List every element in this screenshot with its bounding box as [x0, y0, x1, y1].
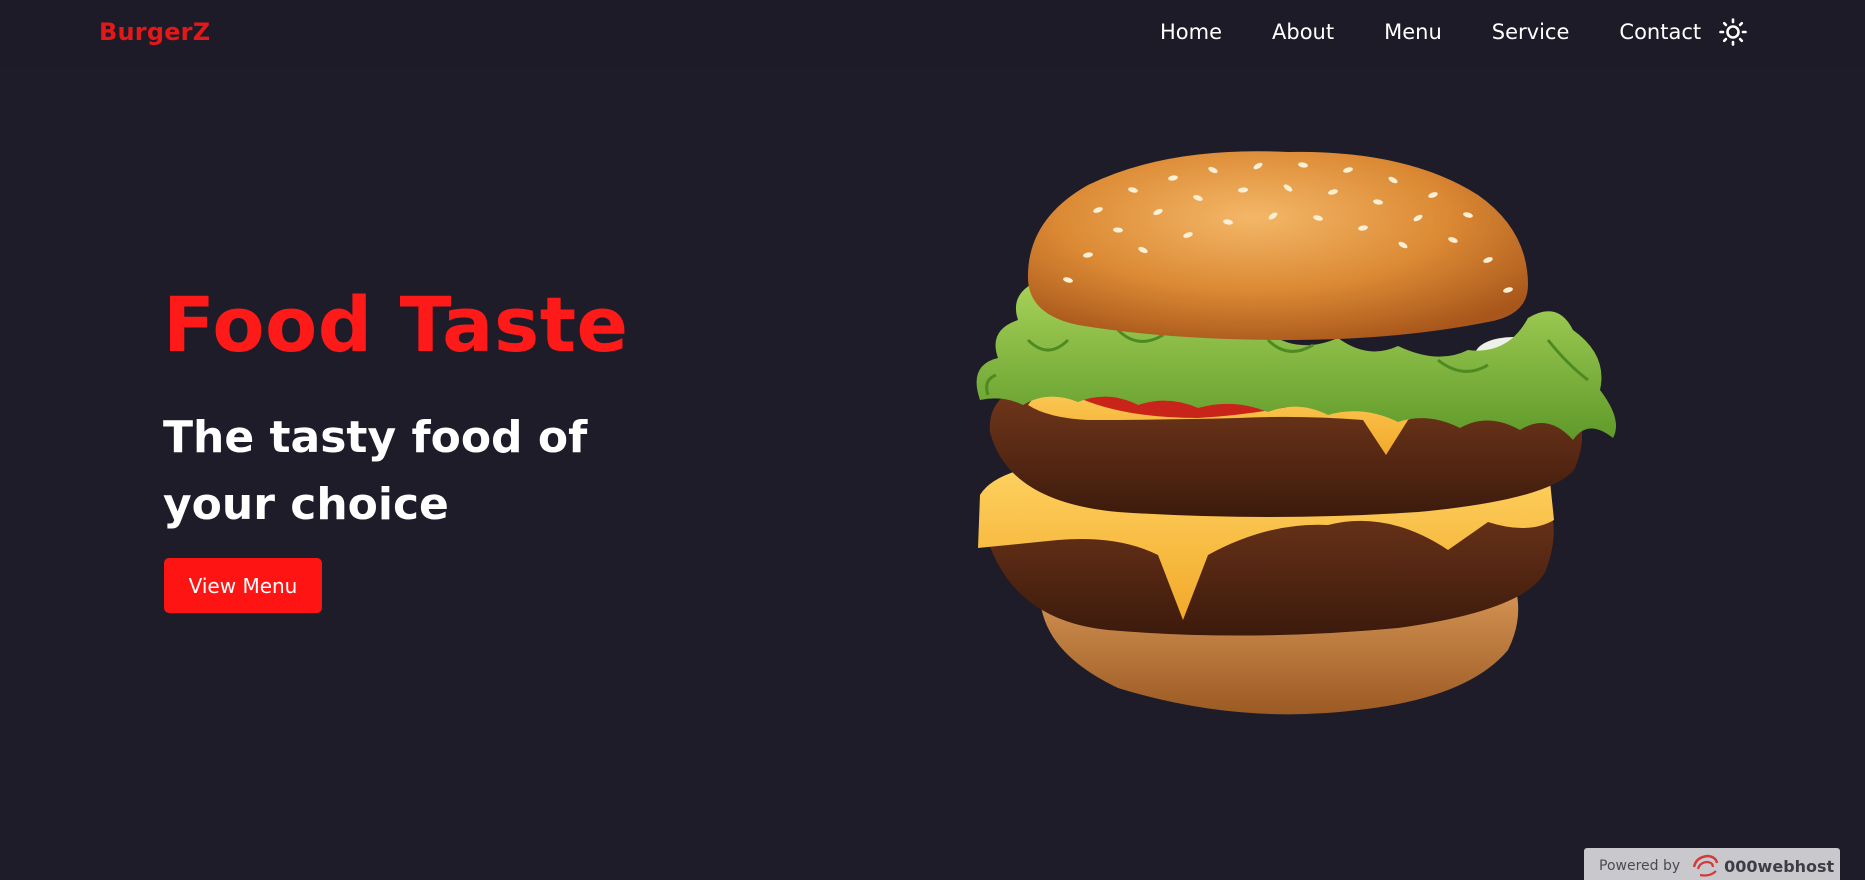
hero-subtitle: The tasty food of your choice: [163, 412, 588, 530]
brand-logo[interactable]: BurgerZ: [99, 18, 210, 46]
nav-item-menu[interactable]: Menu: [1384, 20, 1442, 44]
nav-item-contact[interactable]: Contact: [1619, 20, 1701, 44]
powered-by-badge[interactable]: Powered by 000webhost: [1584, 848, 1840, 880]
hero-title: Food Taste: [163, 280, 629, 369]
nav-item-home[interactable]: Home: [1160, 20, 1222, 44]
burger-image: [968, 150, 1656, 720]
000webhost-logo-icon: [1690, 853, 1720, 879]
badge-label: Powered by: [1599, 858, 1681, 874]
view-menu-button[interactable]: View Menu: [164, 558, 322, 613]
badge-brand: 000webhost: [1724, 856, 1835, 876]
sun-icon[interactable]: [1719, 18, 1747, 46]
nav-item-service[interactable]: Service: [1492, 20, 1570, 44]
navbar: BurgerZ Home About Menu Service Contact: [0, 0, 1865, 66]
nav-item-about[interactable]: About: [1272, 20, 1334, 44]
main-nav: Home About Menu Service Contact: [1160, 20, 1729, 44]
